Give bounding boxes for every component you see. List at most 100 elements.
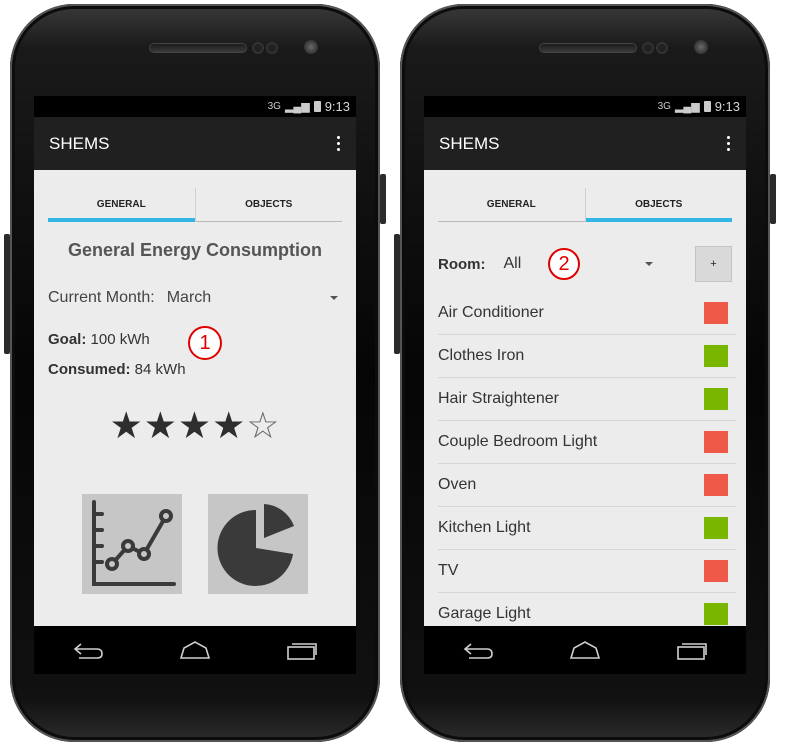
status-bar: 3G ▂▄▆ 9:13	[34, 96, 356, 117]
home-button[interactable]	[170, 635, 220, 665]
back-button[interactable]	[63, 635, 113, 665]
tab-general[interactable]: GENERAL	[438, 188, 585, 222]
month-label: Current Month:	[48, 289, 155, 306]
line-chart-icon	[92, 500, 176, 586]
earpiece-speaker	[150, 44, 246, 52]
star-filled-icon: ★	[212, 405, 247, 446]
consumed-value: 84	[134, 361, 152, 378]
tab-bar: GENERAL OBJECTS	[48, 188, 342, 222]
object-name: Clothes Iron	[438, 347, 525, 364]
object-name: Oven	[438, 476, 477, 493]
home-button[interactable]	[560, 635, 610, 665]
status-indicator	[704, 560, 728, 582]
consumed-unit: kWh	[155, 361, 186, 378]
line-chart-button[interactable]	[82, 494, 182, 594]
status-indicator	[704, 302, 728, 324]
sensor-dot	[254, 44, 262, 52]
content: GENERAL OBJECTS Room: All + Air Conditio…	[424, 170, 746, 626]
status-indicator	[704, 603, 728, 625]
list-item[interactable]: TV	[438, 550, 736, 593]
battery-icon	[313, 101, 321, 112]
object-name: Garage Light	[438, 605, 531, 622]
object-name: TV	[438, 562, 459, 579]
list-item[interactable]: Couple Bedroom Light	[438, 421, 736, 464]
back-icon	[463, 643, 493, 659]
add-object-button[interactable]: +	[695, 246, 732, 282]
list-item[interactable]: Clothes Iron	[438, 335, 736, 378]
list-item[interactable]: Oven	[438, 464, 736, 507]
navigation-bar	[424, 626, 746, 674]
overflow-menu-icon[interactable]	[331, 132, 346, 155]
object-list: Air Conditioner Clothes Iron Hair Straight…	[438, 292, 736, 626]
right-phone: 3G ▂▄▆ 9:13 SHEMS GENERAL OBJECTS Room: …	[394, 4, 776, 742]
goal-unit: kWh	[119, 331, 150, 348]
left-phone: 3G ▂▄▆ 9:13 SHEMS GENERAL OBJECTS Genera…	[4, 4, 386, 742]
object-name: Air Conditioner	[438, 304, 544, 321]
back-icon	[73, 643, 103, 659]
navigation-bar	[34, 626, 356, 674]
rating-stars: ★★★★☆	[34, 404, 356, 447]
screen: 3G ▂▄▆ 9:13 SHEMS GENERAL OBJECTS Genera…	[34, 96, 356, 626]
annotation-marker-1: 1	[188, 326, 222, 360]
dropdown-caret-icon[interactable]	[645, 262, 653, 266]
room-filter: Room: All +	[438, 246, 732, 282]
status-indicator	[704, 474, 728, 496]
tab-general[interactable]: GENERAL	[48, 188, 195, 222]
dropdown-caret-icon	[330, 296, 338, 300]
object-name: Kitchen Light	[438, 519, 531, 536]
month-selector[interactable]: Current Month: March	[48, 289, 342, 307]
back-button[interactable]	[453, 635, 503, 665]
sensor-dot	[644, 44, 652, 52]
power-button	[770, 174, 776, 224]
list-item[interactable]: Garage Light	[438, 593, 736, 626]
page-title: General Energy Consumption	[67, 240, 323, 260]
star-filled-icon: ★	[109, 405, 144, 446]
star-empty-icon: ☆	[246, 405, 281, 446]
clock: 9:13	[714, 99, 740, 114]
status-indicator	[704, 517, 728, 539]
app-title: SHEMS	[439, 133, 500, 153]
signal-bars-icon: ▂▄▆	[284, 101, 310, 113]
consumed-label: Consumed:	[48, 361, 131, 378]
recent-apps-button[interactable]	[667, 635, 717, 665]
consumed-row: Consumed: 84 kWh	[48, 361, 356, 378]
list-item[interactable]: Air Conditioner	[438, 292, 736, 335]
pie-chart-button[interactable]	[208, 494, 308, 594]
home-icon	[569, 641, 601, 659]
room-label: Room:	[438, 255, 486, 273]
status-indicator	[704, 345, 728, 367]
overflow-menu-icon[interactable]	[721, 132, 736, 155]
earpiece-speaker	[540, 44, 636, 52]
front-camera	[694, 40, 708, 54]
object-name: Couple Bedroom Light	[438, 433, 598, 450]
app-title: SHEMS	[49, 133, 110, 153]
star-filled-icon: ★	[143, 405, 178, 446]
goal-label: Goal:	[48, 331, 87, 348]
star-filled-icon: ★	[177, 405, 213, 446]
list-item[interactable]: Kitchen Light	[438, 507, 736, 550]
recent-apps-icon	[287, 643, 318, 660]
content: GENERAL OBJECTS General Energy Consumpti…	[34, 170, 356, 626]
front-camera	[304, 40, 318, 54]
recent-apps-icon	[677, 643, 708, 660]
goal-value: 100	[90, 331, 116, 348]
month-value: March	[166, 289, 212, 306]
object-name: Hair Straightener	[438, 390, 559, 407]
home-icon	[179, 641, 211, 659]
signal-icon: 3G	[267, 101, 281, 112]
tab-bar: GENERAL OBJECTS	[438, 188, 732, 222]
list-item[interactable]: Hair Straightener	[438, 378, 736, 421]
tab-objects[interactable]: OBJECTS	[195, 188, 342, 222]
annotation-marker-2: 2	[548, 248, 580, 280]
signal-icon: 3G	[657, 101, 671, 112]
pie-chart-icon	[217, 504, 294, 586]
power-button	[380, 174, 386, 224]
sensor-dot	[658, 44, 666, 52]
recent-apps-button[interactable]	[277, 635, 327, 665]
battery-icon	[703, 101, 711, 112]
action-bar: SHEMS	[424, 117, 746, 170]
signal-bars-icon: ▂▄▆	[674, 101, 700, 113]
tab-objects[interactable]: OBJECTS	[585, 188, 732, 222]
sensor-dot	[268, 44, 276, 52]
status-bar: 3G ▂▄▆ 9:13	[424, 96, 746, 117]
